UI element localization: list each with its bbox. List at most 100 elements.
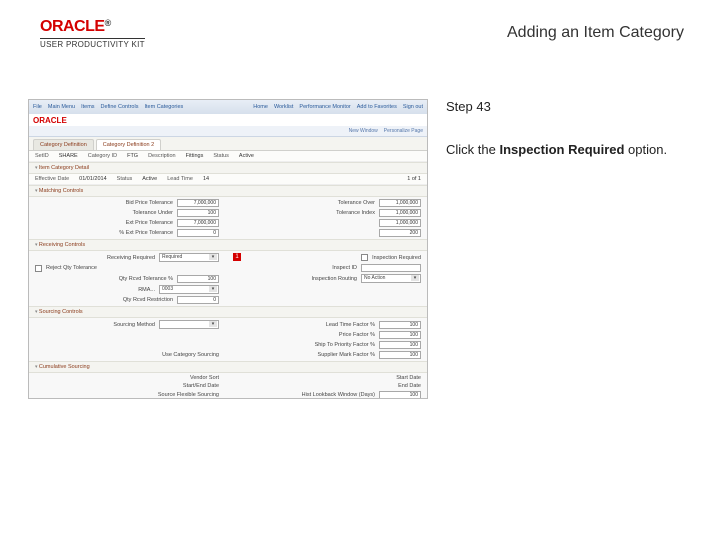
instruction-pane: Step 43 Click the Inspection Required op…: [428, 99, 692, 399]
eff-date-label: Effective Date: [35, 176, 69, 182]
pct-ext-tol-input[interactable]: 0: [177, 229, 219, 237]
product-subtitle: USER PRODUCTIVITY KIT: [40, 38, 145, 49]
ss-oracle-logo: ORACLE: [29, 114, 427, 126]
field-label: Vendor Sort: [35, 375, 219, 381]
guided-screenshot: File Main Menu Items Define Controls Ite…: [28, 99, 428, 399]
inspection-routing-select[interactable]: No Action: [361, 274, 421, 283]
page-title: Adding an Item Category: [145, 18, 692, 42]
field-label: Qty Rcvd Tolerance %: [35, 276, 173, 282]
field-label: % Ext Price Tolerance: [35, 230, 173, 236]
ss-nav-item[interactable]: Items: [81, 104, 94, 110]
field-label: Supplier Mark Factor %: [237, 352, 375, 358]
tol-over-input[interactable]: 1,000,000: [379, 199, 421, 207]
field-label: Hist Lookback Window (Days): [237, 392, 375, 398]
ext-price-tol-input[interactable]: 7,000,000: [177, 219, 219, 227]
field-label: Qty Rcvd Restriction: [35, 297, 173, 303]
leadtime-label: Lead Time: [167, 176, 193, 182]
ss-nav-link[interactable]: Sign out: [403, 104, 423, 110]
shipto-priority-input[interactable]: 100: [379, 341, 421, 349]
status2-label: Status: [117, 176, 133, 182]
item-cat-detail-head: Item Category Detail: [29, 162, 427, 174]
cumulative-sourcing-head[interactable]: Cumulative Sourcing: [29, 361, 427, 373]
field-label: Source Flexible Sourcing: [35, 392, 219, 398]
tol-index-input[interactable]: 1,000,000: [379, 209, 421, 217]
instr-bold: Inspection Required: [499, 142, 624, 157]
ss-detail-row: Effective Date 01/01/2014 Status Active …: [29, 174, 427, 185]
ss-nav-link[interactable]: Add to Favorites: [357, 104, 397, 110]
status-value: Active: [239, 153, 254, 159]
cumulative-sourcing-grid: Vendor Sort Start Date Start/End Date En…: [29, 373, 427, 399]
category-id-label: Category ID: [88, 153, 117, 159]
leadtime-value: 14: [203, 176, 209, 182]
field-label: Tolerance Index: [237, 210, 375, 216]
ext-price-tol2-input[interactable]: 1,000,000: [379, 219, 421, 227]
instr-suffix: option.: [624, 142, 667, 157]
oracle-wordmark: ORACLE®: [40, 18, 145, 36]
sourcing-controls-grid: Sourcing Method Lead Time Factor % 100 Pr…: [29, 318, 427, 361]
ss-nav-item[interactable]: File: [33, 104, 42, 110]
step-label: Step 43: [446, 99, 692, 114]
callout-marker: 1: [233, 253, 241, 261]
ss-nav-link[interactable]: Home: [253, 104, 268, 110]
field-label: Sourcing Method: [35, 322, 155, 328]
rma-select[interactable]: 0003: [159, 285, 219, 294]
ss-nav-item[interactable]: Define Controls: [101, 104, 139, 110]
sourcing-controls-head[interactable]: Sourcing Controls: [29, 306, 427, 318]
bid-price-tol-input[interactable]: 7,000,000: [177, 199, 219, 207]
ss-new-window-link[interactable]: New Window: [349, 128, 378, 134]
description-value: Fittings: [186, 153, 204, 159]
ss-nav-link[interactable]: Performance Monitor: [299, 104, 350, 110]
field-label: Start Date: [237, 375, 421, 381]
field-label: Bid Price Tolerance: [35, 200, 173, 206]
qty-rcvd-tol-input[interactable]: 100: [177, 275, 219, 283]
product-logo: ORACLE® USER PRODUCTIVITY KIT: [40, 18, 145, 49]
field-label: Inspection Routing: [237, 276, 357, 282]
price-factor-input[interactable]: 100: [379, 331, 421, 339]
ss-nav-item[interactable]: Main Menu: [48, 104, 75, 110]
tol-under-input[interactable]: 100: [177, 209, 219, 217]
setid-label: SetID: [35, 153, 49, 159]
field-label: Ext Price Tolerance: [35, 220, 173, 226]
field-label: Reject Qty Tolerance: [46, 265, 219, 271]
hist-lookback-input[interactable]: 100: [379, 391, 421, 399]
field-label: End Date: [237, 383, 421, 389]
field-label: Use Category Sourcing: [35, 352, 219, 358]
tab-category-def[interactable]: Category Definition: [33, 139, 94, 150]
status2-value: Active: [142, 176, 157, 182]
field-label: Price Factor %: [237, 332, 375, 338]
inspection-required-label: Inspection Required: [372, 255, 421, 261]
field-label: Start/End Date: [35, 383, 219, 389]
receiving-controls-head[interactable]: Receiving Controls: [29, 239, 427, 251]
tab-category-def2[interactable]: Category Definition 2: [96, 139, 161, 150]
category-id-value: FTG: [127, 153, 138, 159]
field-label: Ship To Priority Factor %: [237, 342, 375, 348]
receiving-required-select[interactable]: Required: [159, 253, 219, 262]
setid-value: SHARE: [59, 153, 78, 159]
matching-controls-head[interactable]: Matching Controls: [29, 185, 427, 197]
status-label: Status: [213, 153, 229, 159]
inspect-id-input[interactable]: [361, 264, 421, 272]
supplier-mark-input[interactable]: 100: [379, 351, 421, 359]
ss-nav-link[interactable]: Worklist: [274, 104, 293, 110]
pct-ext-tol2-input[interactable]: 200: [379, 229, 421, 237]
sourcing-method-select[interactable]: [159, 320, 219, 329]
ss-nav-bar: File Main Menu Items Define Controls Ite…: [29, 100, 427, 114]
field-label: Lead Time Factor %: [237, 322, 375, 328]
ss-tabs: Category Definition Category Definition …: [29, 137, 427, 151]
qty-restriction-input[interactable]: 0: [177, 296, 219, 304]
matching-controls-grid: Bid Price Tolerance 7,000,000 Tolerance O…: [29, 197, 427, 239]
receiving-controls-grid: Receiving RequiredRequired 1 Inspection …: [29, 251, 427, 306]
lead-time-factor-input[interactable]: 100: [379, 321, 421, 329]
eff-date-value: 01/01/2014: [79, 176, 107, 182]
ss-header-row: SetID SHARE Category ID FTG Description …: [29, 151, 427, 162]
ss-sub-bar: New Window Personalize Page: [29, 126, 427, 137]
ss-nav-item[interactable]: Item Categories: [144, 104, 183, 110]
description-label: Description: [148, 153, 176, 159]
row-counter: 1 of 1: [407, 176, 421, 182]
reject-tol-check[interactable]: [35, 265, 42, 272]
field-label: Tolerance Under: [35, 210, 173, 216]
ss-personalize-link[interactable]: Personalize Page: [384, 128, 423, 134]
inspection-required-check[interactable]: [361, 254, 368, 261]
instr-prefix: Click the: [446, 142, 499, 157]
field-label: Tolerance Over: [237, 200, 375, 206]
